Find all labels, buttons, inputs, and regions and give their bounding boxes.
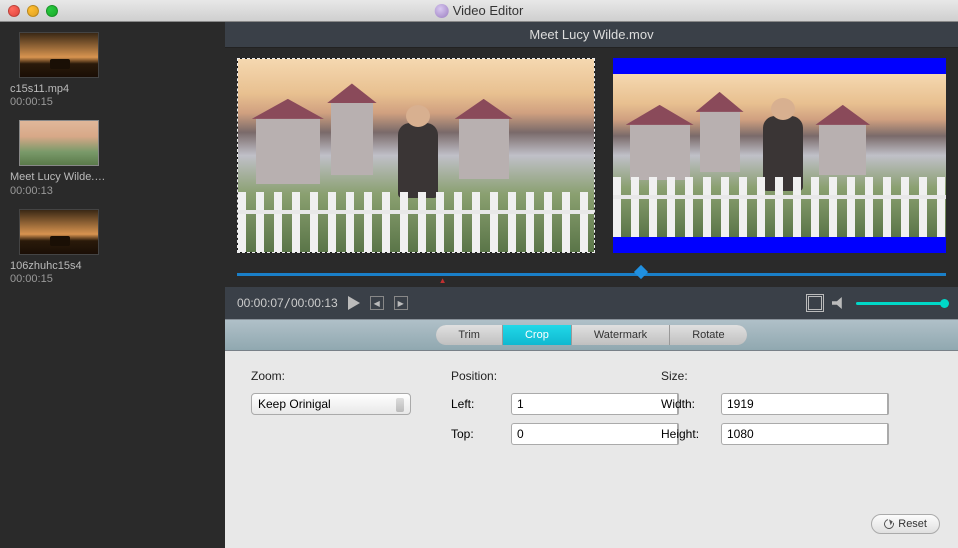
zoom-label: Zoom:: [251, 369, 411, 383]
crop-panel: Zoom: Keep Orinigal ▲▼ Position: Left: ▲…: [225, 351, 958, 548]
clip-name: 106zhuhc15s4: [10, 259, 108, 273]
app-icon: [435, 4, 449, 18]
volume-icon[interactable]: [832, 297, 846, 309]
time-display: 00:00:07/00:00:13: [237, 296, 338, 310]
zoom-select[interactable]: Keep Orinigal ▲▼: [251, 393, 411, 415]
reset-label: Reset: [898, 518, 927, 530]
left-input[interactable]: ▲▼: [511, 393, 621, 415]
clip-thumbnail: [19, 120, 99, 166]
left-field[interactable]: [511, 393, 677, 415]
clip-duration: 00:00:15: [10, 273, 108, 285]
crop-output-preview: [613, 58, 946, 253]
timeline-scrubber[interactable]: ▲: [439, 276, 447, 285]
app-title-text: Video Editor: [453, 3, 524, 18]
top-input[interactable]: ▲▼: [511, 423, 621, 445]
height-input[interactable]: ▲▼: [721, 423, 831, 445]
zoom-select-value: Keep Orinigal: [258, 397, 331, 411]
clip-duration: 00:00:13: [10, 185, 108, 197]
crop-source-preview[interactable]: [237, 58, 595, 253]
clip-item[interactable]: c15s11.mp4 00:00:15: [10, 32, 108, 108]
tab-crop[interactable]: Crop: [503, 325, 572, 345]
top-field[interactable]: [511, 423, 677, 445]
window-controls: [8, 5, 58, 17]
preview-row: [225, 48, 958, 263]
position-label: Position:: [451, 369, 621, 383]
timeline[interactable]: ▲: [225, 263, 958, 287]
playback-controls: 00:00:07/00:00:13 ◀ ▶: [225, 287, 958, 319]
clip-library: c15s11.mp4 00:00:15 Meet Lucy Wilde.mov …: [0, 22, 225, 548]
clip-name: c15s11.mp4: [10, 82, 108, 96]
height-field[interactable]: [721, 423, 887, 445]
step-back-button[interactable]: ◀: [370, 296, 384, 310]
reset-icon: [882, 517, 896, 531]
zoom-window-button[interactable]: [46, 5, 58, 17]
width-input[interactable]: ▲▼: [721, 393, 831, 415]
clip-thumbnail: [19, 209, 99, 255]
close-window-button[interactable]: [8, 5, 20, 17]
main-area: Meet Lucy Wilde.mov: [225, 22, 958, 548]
width-field[interactable]: [721, 393, 887, 415]
clip-item[interactable]: 106zhuhc15s4 00:00:15: [10, 209, 108, 285]
edit-tabs: Trim Crop Watermark Rotate: [225, 319, 958, 351]
top-label: Top:: [451, 427, 501, 441]
tab-rotate[interactable]: Rotate: [670, 325, 746, 345]
volume-slider[interactable]: [856, 302, 946, 305]
fullscreen-button[interactable]: [808, 296, 822, 310]
reset-button[interactable]: Reset: [871, 514, 940, 534]
titlebar: Video Editor: [0, 0, 958, 22]
clip-thumbnail: [19, 32, 99, 78]
width-label: Width:: [661, 397, 711, 411]
size-label: Size:: [661, 369, 831, 383]
app-title: Video Editor: [435, 3, 524, 18]
height-label: Height:: [661, 427, 711, 441]
tab-trim[interactable]: Trim: [436, 325, 503, 345]
timeline-playhead[interactable]: [634, 265, 648, 279]
current-file-header: Meet Lucy Wilde.mov: [225, 22, 958, 48]
minimize-window-button[interactable]: [27, 5, 39, 17]
tab-watermark[interactable]: Watermark: [572, 325, 670, 345]
clip-item[interactable]: Meet Lucy Wilde.mov 00:00:13: [10, 120, 108, 196]
clip-name: Meet Lucy Wilde.mov: [10, 170, 108, 184]
step-forward-button[interactable]: ▶: [394, 296, 408, 310]
clip-duration: 00:00:15: [10, 96, 108, 108]
play-button[interactable]: [348, 296, 360, 310]
left-label: Left:: [451, 397, 501, 411]
